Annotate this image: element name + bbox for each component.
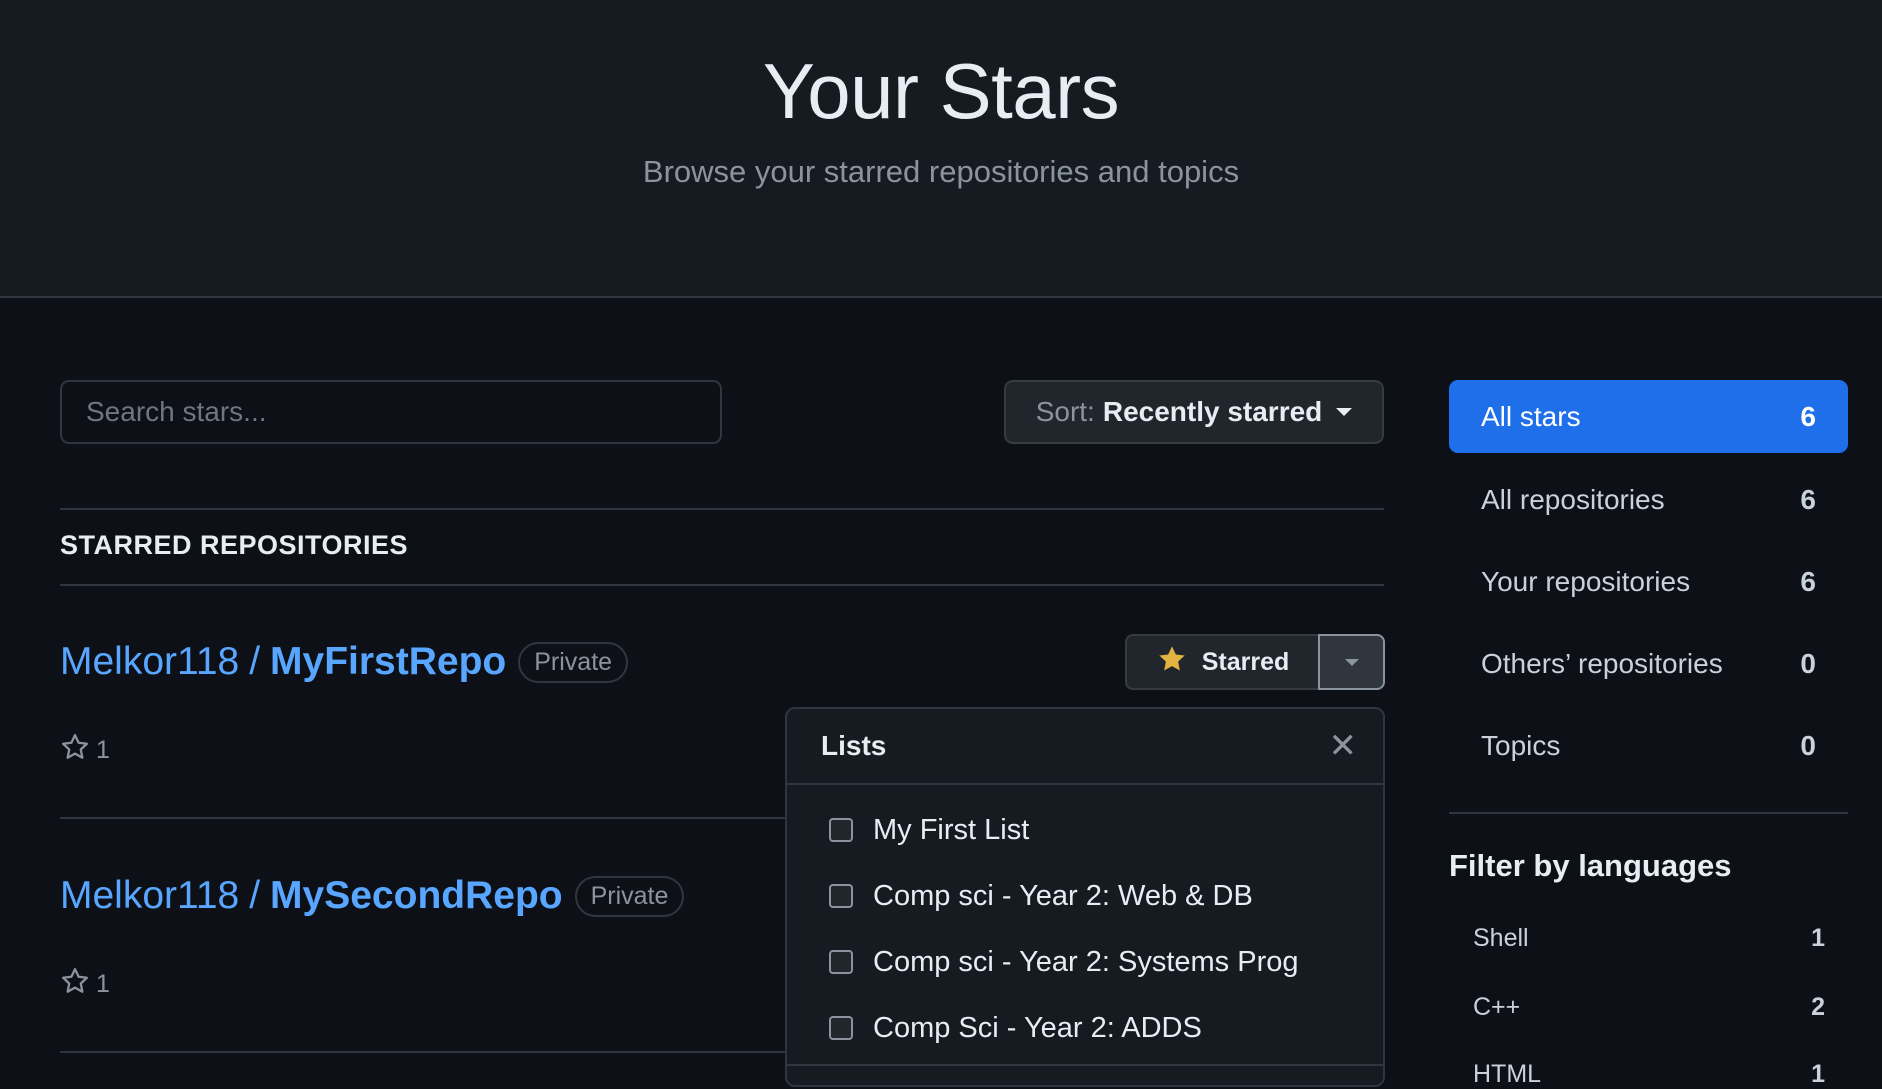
language-filter-item[interactable]: Shell 1	[1473, 924, 1825, 953]
close-icon[interactable]: ✕	[1329, 729, 1358, 763]
visibility-badge: Private	[518, 641, 629, 683]
lists-dropdown-button[interactable]	[1318, 634, 1385, 690]
repo-title[interactable]: Melkor118 / MyFirstRepo Private	[60, 640, 629, 684]
list-item-label: My First List	[873, 813, 1030, 846]
sidebar-item-others-repositories[interactable]: Others’ repositories 0	[1449, 627, 1848, 700]
sidebar-item-label: Others’ repositories	[1481, 647, 1723, 679]
repo-title[interactable]: Melkor118 / MySecondRepo Private	[60, 874, 685, 918]
sidebar-item-topics[interactable]: Topics 0	[1449, 709, 1848, 782]
page-title: Your Stars	[762, 47, 1120, 135]
language-count: 1	[1811, 924, 1825, 952]
list-item-label: Comp sci - Year 2: Systems Prog	[873, 945, 1299, 978]
chevron-down-icon	[1344, 658, 1359, 666]
language-filter-item[interactable]: HTML 1	[1473, 1060, 1825, 1089]
sidebar-item-count: 6	[1800, 565, 1816, 597]
language-filter-item[interactable]: C++ 2	[1473, 993, 1825, 1022]
repo-star-count[interactable]: 1	[60, 966, 110, 1003]
visibility-badge: Private	[574, 875, 685, 917]
repo-separator: /	[249, 874, 261, 917]
list-checkbox[interactable]	[829, 884, 853, 908]
repo-name-link[interactable]: MyFirstRepo	[270, 640, 506, 684]
divider	[60, 584, 1384, 586]
sidebar-item-count: 0	[1800, 647, 1816, 679]
starred-button-group: Starred	[1125, 634, 1385, 690]
list-item[interactable]: Comp Sci - Year 2: ADDS	[787, 995, 1383, 1061]
popover-header: Lists ✕	[787, 709, 1383, 785]
sidebar-item-label: Topics	[1481, 729, 1561, 761]
sidebar-item-count: 6	[1800, 483, 1816, 515]
sort-prefix-label: Sort:	[1035, 396, 1095, 427]
divider	[60, 817, 785, 819]
sidebar-item-label: Your repositories	[1481, 565, 1691, 597]
list-item[interactable]: Comp sci - Year 2: Systems Prog	[787, 929, 1383, 995]
search-stars-input[interactable]	[60, 380, 722, 444]
lists-popover: Lists ✕ My First List Comp sci - Year 2:…	[785, 707, 1385, 1087]
repo-name-link[interactable]: MySecondRepo	[270, 874, 563, 918]
list-checkbox[interactable]	[829, 1016, 853, 1040]
sidebar-item-count: 6	[1800, 400, 1816, 432]
list-item[interactable]: Comp sci - Year 2: Web & DB	[787, 863, 1383, 929]
list-item-label: Comp Sci - Year 2: ADDS	[873, 1011, 1202, 1044]
divider	[60, 1051, 785, 1053]
sidebar-item-your-repositories[interactable]: Your repositories 6	[1449, 545, 1848, 618]
sidebar-item-label: All repositories	[1481, 483, 1665, 515]
sidebar-item-all-stars[interactable]: All stars 6	[1449, 380, 1848, 453]
page-header: Your Stars Browse your starred repositor…	[0, 0, 1882, 298]
popover-title: Lists	[821, 730, 887, 761]
list-checkbox[interactable]	[829, 818, 853, 842]
star-count-value: 1	[96, 736, 110, 764]
repo-star-count[interactable]: 1	[60, 732, 110, 769]
divider	[1449, 812, 1848, 814]
repo-owner-link[interactable]: Melkor118	[60, 640, 239, 684]
language-name: HTML	[1473, 1060, 1542, 1088]
language-count: 2	[1811, 993, 1825, 1021]
chevron-down-icon	[1336, 408, 1353, 416]
divider	[787, 1064, 1383, 1066]
sidebar-item-label: All stars	[1481, 400, 1581, 432]
sort-dropdown-button[interactable]: Sort: Recently starred	[1004, 380, 1384, 444]
language-name: C++	[1473, 993, 1521, 1021]
list-item[interactable]: My First List	[787, 797, 1383, 863]
page-subtitle: Browse your starred repositories and top…	[642, 154, 1240, 189]
divider	[60, 508, 1384, 510]
repo-owner-link[interactable]: Melkor118	[60, 874, 239, 918]
star-outline-icon	[60, 966, 90, 1003]
sidebar-item-count: 0	[1800, 729, 1816, 761]
repo-separator: /	[249, 640, 261, 683]
star-count-value: 1	[96, 970, 110, 998]
starred-label: Starred	[1201, 647, 1290, 676]
list-item-label: Comp sci - Year 2: Web & DB	[873, 879, 1253, 912]
starred-button[interactable]: Starred	[1125, 634, 1318, 690]
language-count: 1	[1811, 1060, 1825, 1088]
list-checkbox[interactable]	[829, 950, 853, 974]
section-heading: STARRED REPOSITORIES	[60, 530, 409, 560]
sidebar-item-all-repositories[interactable]: All repositories 6	[1449, 463, 1848, 536]
star-filled-icon	[1156, 643, 1188, 682]
star-outline-icon	[60, 732, 90, 769]
language-name: Shell	[1473, 924, 1529, 952]
filter-languages-heading: Filter by languages	[1449, 848, 1732, 883]
sort-value-label: Recently starred	[1102, 396, 1323, 427]
